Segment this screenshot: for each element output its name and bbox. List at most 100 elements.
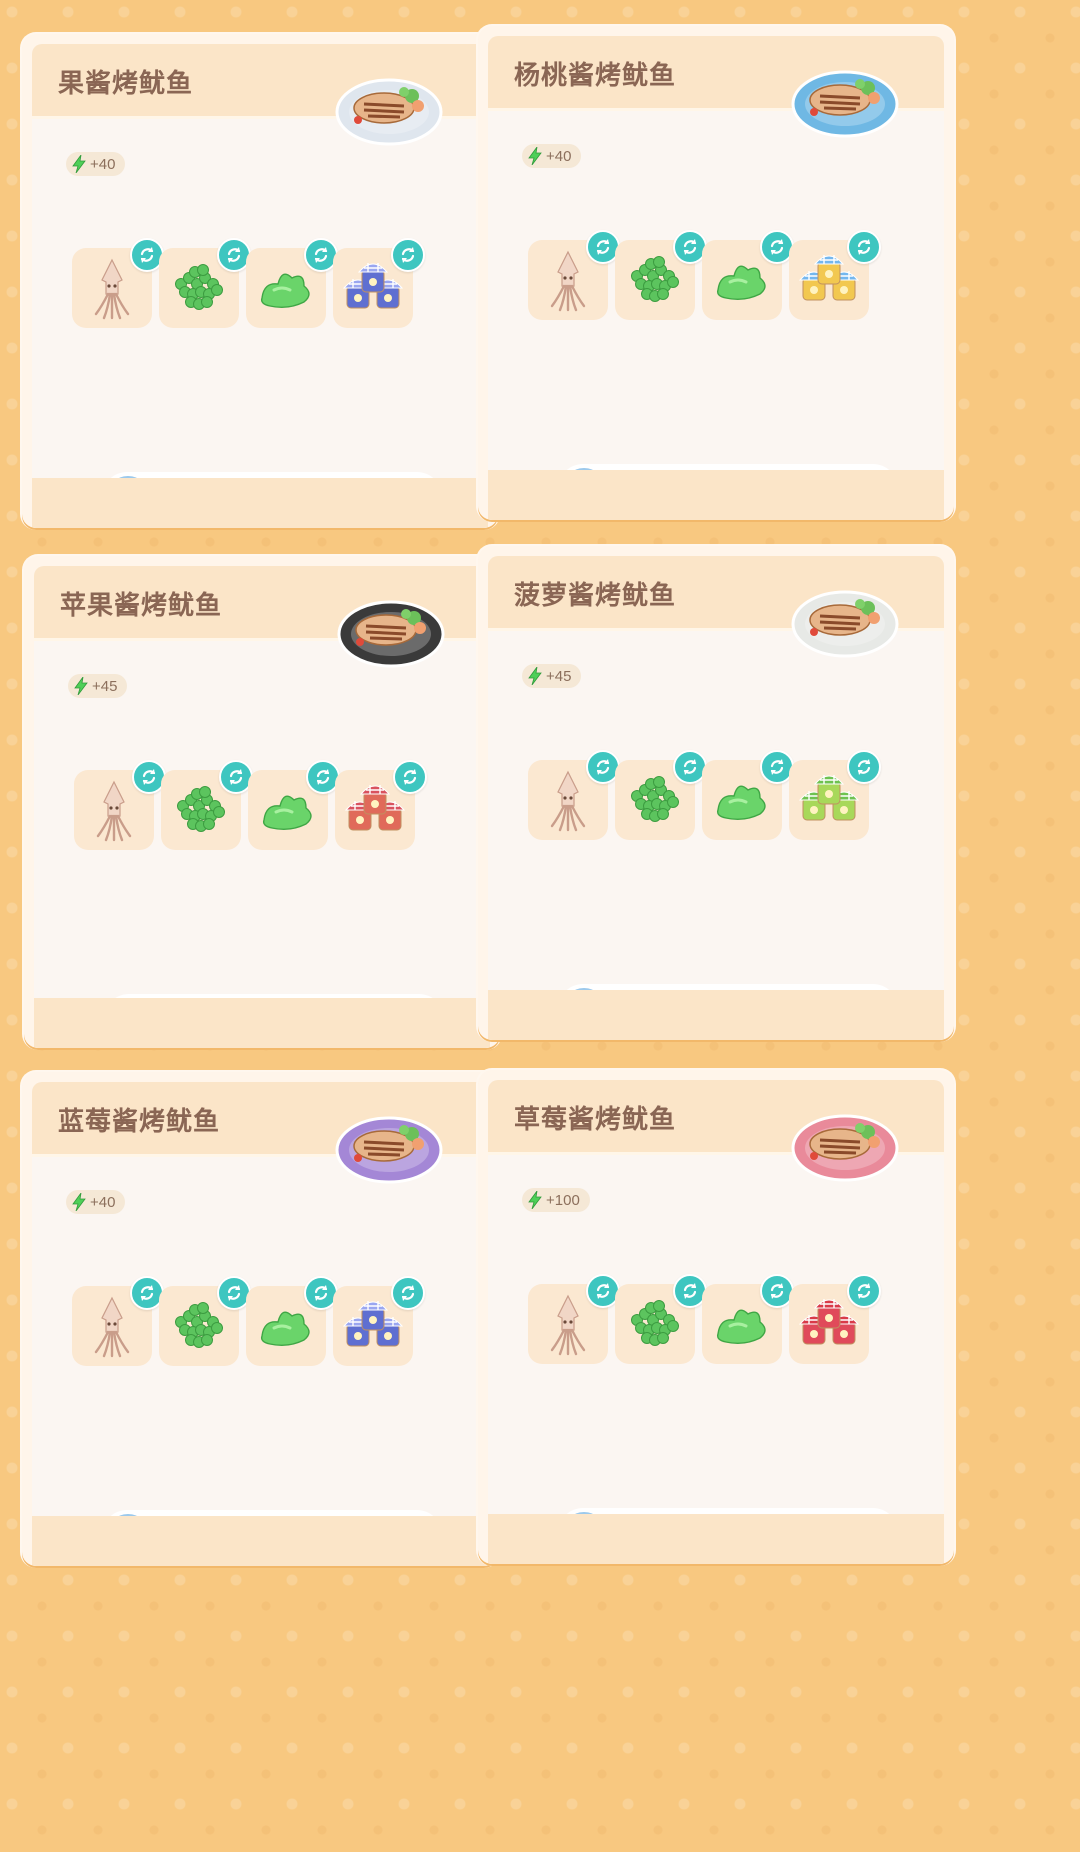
ingredient-slot-squid[interactable] — [528, 230, 620, 320]
refresh-icon — [224, 1283, 244, 1303]
dish-title: 蓝莓酱烤鱿鱼 — [58, 1106, 221, 1136]
ingredient-slot-jam-jar[interactable] — [333, 238, 425, 328]
ingredient-slot-squid[interactable] — [528, 1274, 620, 1364]
recipe-card: 果酱烤鱿鱼 +40 — [22, 34, 498, 528]
refresh-icon — [767, 757, 787, 777]
refresh-icon — [680, 237, 700, 257]
card-footer — [488, 990, 944, 1040]
refresh-icon — [226, 767, 246, 787]
ingredient-slot-jam-jar[interactable] — [789, 230, 881, 320]
dish-title: 苹果酱烤鱿鱼 — [60, 590, 223, 620]
ingredient-slot-squid[interactable] — [74, 760, 166, 850]
energy-value: +45 — [92, 677, 118, 695]
ingredient-slot-green-peas[interactable] — [159, 238, 251, 328]
ingredient-slot-green-peas[interactable] — [615, 1274, 707, 1364]
recipe-card: 菠萝酱烤鱿鱼 +45 — [478, 546, 954, 1040]
dish-title: 果酱烤鱿鱼 — [58, 68, 194, 98]
energy-badge: +45 — [522, 664, 582, 688]
card-footer — [488, 1514, 944, 1564]
card-footer — [32, 1516, 488, 1566]
swap-ingredient-button[interactable] — [391, 238, 425, 272]
ingredient-slot-squid[interactable] — [72, 1276, 164, 1366]
ingredient-slot-green-peas[interactable] — [159, 1276, 251, 1366]
ingredient-slot-squid[interactable] — [528, 750, 620, 840]
swap-ingredient-button[interactable] — [847, 1274, 881, 1308]
energy-badge: +40 — [522, 144, 582, 168]
refresh-icon — [854, 237, 874, 257]
recipe-card: 蓝莓酱烤鱿鱼 +40 — [22, 1072, 498, 1566]
refresh-icon — [400, 767, 420, 787]
ingredient-slot-jam-jar[interactable] — [335, 760, 427, 850]
energy-value: +40 — [90, 155, 116, 173]
refresh-icon — [137, 245, 157, 265]
ingredient-slot-jam-jar[interactable] — [333, 1276, 425, 1366]
ingredient-list — [74, 760, 484, 852]
ingredient-list — [72, 238, 482, 330]
refresh-icon — [398, 1283, 418, 1303]
lightning-icon — [72, 154, 86, 174]
swap-ingredient-button[interactable] — [391, 1276, 425, 1310]
dish-image — [336, 588, 446, 670]
energy-badge: +40 — [66, 1190, 126, 1214]
lightning-icon — [74, 676, 88, 696]
dish-title: 杨桃酱烤鱿鱼 — [514, 60, 677, 90]
refresh-icon — [680, 1281, 700, 1301]
refresh-icon — [854, 1281, 874, 1301]
dish-image — [334, 66, 444, 148]
dish-image — [790, 58, 900, 140]
refresh-icon — [593, 757, 613, 777]
swap-ingredient-button[interactable] — [847, 230, 881, 264]
card-footer — [34, 998, 490, 1048]
ingredient-slot-green-jelly[interactable] — [702, 1274, 794, 1364]
refresh-icon — [224, 245, 244, 265]
ingredient-slot-jam-jar[interactable] — [789, 1274, 881, 1364]
recipe-card: 杨桃酱烤鱿鱼 +40 — [478, 26, 954, 520]
ingredient-slot-jam-jar[interactable] — [789, 750, 881, 840]
ingredient-slot-green-peas[interactable] — [161, 760, 253, 850]
lightning-icon — [528, 146, 542, 166]
lightning-icon — [528, 1190, 542, 1210]
ingredient-list — [528, 750, 938, 842]
ingredient-slot-green-jelly[interactable] — [248, 760, 340, 850]
card-body: 草莓酱烤鱿鱼 +100 — [488, 1080, 944, 1564]
refresh-icon — [311, 245, 331, 265]
refresh-icon — [593, 237, 613, 257]
ingredient-slot-green-peas[interactable] — [615, 750, 707, 840]
refresh-icon — [593, 1281, 613, 1301]
energy-value: +40 — [546, 147, 572, 165]
refresh-icon — [311, 1283, 331, 1303]
card-footer — [488, 470, 944, 520]
refresh-icon — [313, 767, 333, 787]
dish-image — [790, 578, 900, 660]
refresh-icon — [139, 767, 159, 787]
swap-ingredient-button[interactable] — [847, 750, 881, 784]
refresh-icon — [137, 1283, 157, 1303]
dish-title: 菠萝酱烤鱿鱼 — [514, 580, 677, 610]
recipe-card: 草莓酱烤鱿鱼 +100 — [478, 1070, 954, 1564]
card-body: 菠萝酱烤鱿鱼 +45 — [488, 556, 944, 1040]
ingredient-slot-green-peas[interactable] — [615, 230, 707, 320]
dish-title: 草莓酱烤鱿鱼 — [514, 1104, 677, 1134]
dish-image — [334, 1104, 444, 1186]
ingredient-list — [528, 1274, 938, 1366]
energy-badge: +45 — [68, 674, 128, 698]
swap-ingredient-button[interactable] — [393, 760, 427, 794]
card-body: 蓝莓酱烤鱿鱼 +40 — [32, 1082, 488, 1566]
ingredient-slot-green-jelly[interactable] — [702, 230, 794, 320]
card-body: 苹果酱烤鱿鱼 +45 — [34, 566, 490, 1048]
energy-value: +45 — [546, 667, 572, 685]
ingredient-slot-green-jelly[interactable] — [246, 1276, 338, 1366]
ingredient-slot-squid[interactable] — [72, 238, 164, 328]
ingredient-list — [528, 230, 938, 322]
refresh-icon — [854, 757, 874, 777]
ingredient-slot-green-jelly[interactable] — [702, 750, 794, 840]
refresh-icon — [398, 245, 418, 265]
recipe-card: 苹果酱烤鱿鱼 +45 — [24, 556, 500, 1048]
card-body: 杨桃酱烤鱿鱼 +40 — [488, 36, 944, 520]
ingredient-list — [72, 1276, 482, 1368]
ingredient-slot-green-jelly[interactable] — [246, 238, 338, 328]
energy-value: +100 — [546, 1191, 580, 1209]
card-body: 果酱烤鱿鱼 +40 — [32, 44, 488, 528]
refresh-icon — [767, 1281, 787, 1301]
energy-badge: +100 — [522, 1188, 590, 1212]
